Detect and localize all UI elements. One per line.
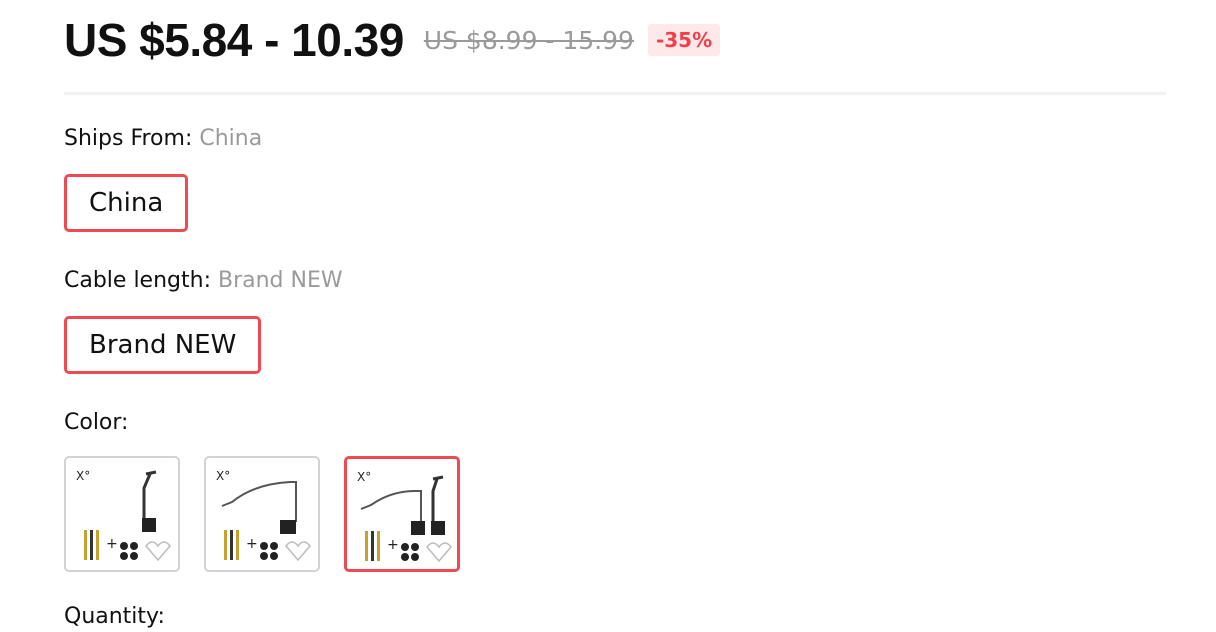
divider [64,92,1166,95]
ships-from-label: Ships From: China [64,126,262,151]
svg-text:+: + [246,536,258,552]
original-price: US $8.99 - 15.99 [423,25,634,55]
color-swatch-2[interactable]: X° + [204,456,320,572]
svg-text:+: + [387,537,399,553]
color-title: Color: [64,410,129,435]
discount-badge: -35% [647,24,721,56]
ships-from-option-china[interactable]: China [64,174,189,232]
ships-from-title: Ships From: [64,126,200,151]
cable-length-value: Brand NEW [217,268,343,293]
option-label: Brand NEW [89,330,237,360]
svg-text:X°: X° [216,469,230,483]
quantity-title: Quantity: [64,604,165,629]
quantity-label: Quantity: [64,604,165,629]
price-row: US $5.84 - 10.39 US $8.99 - 15.99 -35% [64,8,721,72]
color-swatch-3[interactable]: X° + [344,456,460,572]
svg-text:X°: X° [76,469,90,483]
cable-length-option-brand-new[interactable]: Brand NEW [64,316,262,374]
svg-text:+: + [106,536,118,552]
svg-text:X°: X° [357,470,371,484]
product-thumbnail-icon: X° + [216,469,311,562]
color-swatch-1[interactable]: X° + [64,456,180,572]
product-thumbnail-icon: X° + [357,470,452,563]
color-label: Color: [64,410,128,435]
cable-length-label: Cable length: Brand NEW [64,268,343,293]
ships-from-value: China [199,126,263,151]
cable-length-title: Cable length: [64,268,218,293]
product-thumbnail-icon: X° + [76,469,171,562]
option-label: China [89,188,164,218]
current-price: US $5.84 - 10.39 [64,14,404,66]
